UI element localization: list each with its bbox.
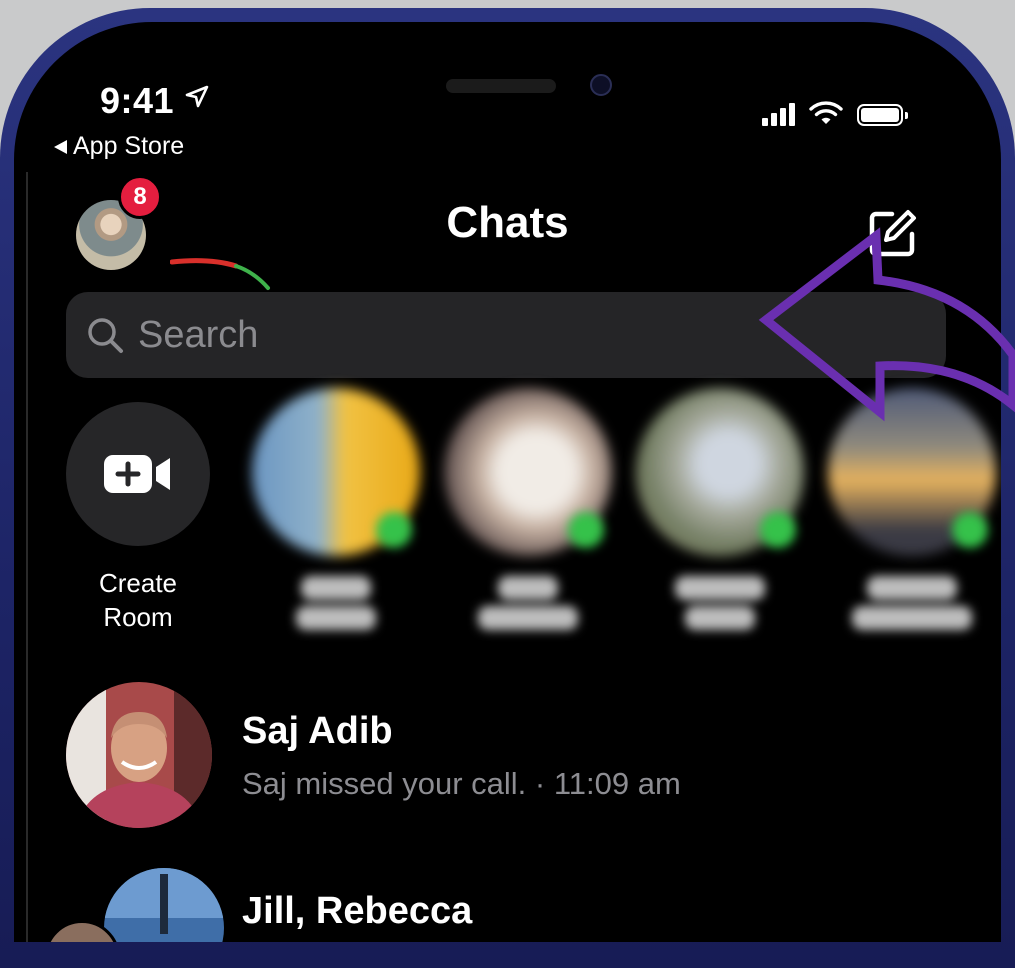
annotation-arrow <box>758 227 1015 422</box>
